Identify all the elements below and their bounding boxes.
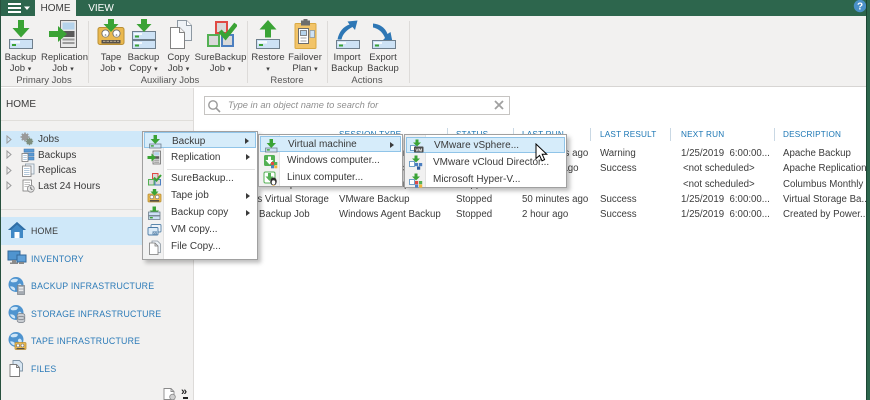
svg-text:?: ?: [857, 2, 863, 13]
svg-text:VM: VM: [153, 231, 157, 235]
svg-text:VM: VM: [415, 147, 422, 152]
